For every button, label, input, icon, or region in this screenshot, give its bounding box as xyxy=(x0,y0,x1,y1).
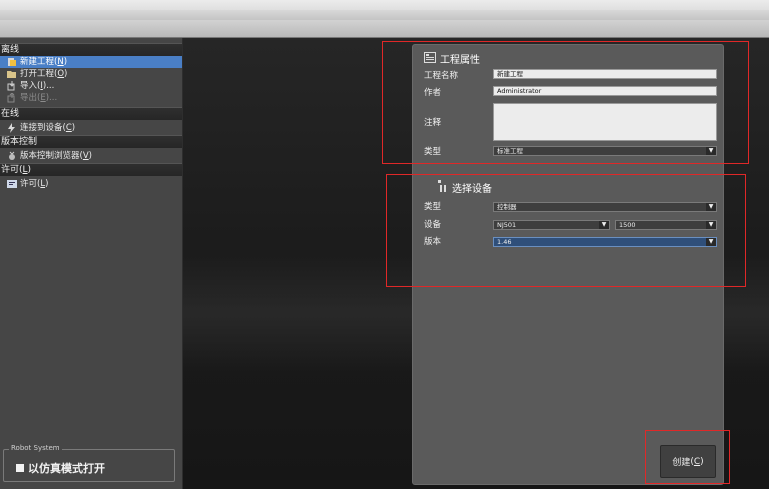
export-label: 导出(E)... xyxy=(20,93,58,103)
chevron-down-icon: ▼ xyxy=(706,147,716,155)
version-select[interactable]: 1.46 ▼ xyxy=(493,237,717,247)
comment-textarea[interactable] xyxy=(493,103,717,141)
lightning-icon xyxy=(6,122,17,133)
project-properties-title: 工程属性 xyxy=(424,51,480,66)
import-icon xyxy=(6,81,17,91)
section-header-online: 在线 xyxy=(0,107,182,120)
checkbox-icon xyxy=(16,464,24,472)
device-model-select[interactable]: 1500 ▼ xyxy=(615,220,717,230)
device-select[interactable]: NJ501 ▼ xyxy=(493,220,610,230)
device-type-label: 类型 xyxy=(424,202,442,212)
properties-icon xyxy=(424,51,436,66)
create-button[interactable]: 创建(C) xyxy=(660,445,716,478)
open-simulation-label: 以仿真模式打开 xyxy=(28,462,105,475)
chevron-down-icon: ▼ xyxy=(706,203,716,211)
section-header-offline: 离线 xyxy=(0,43,182,56)
version-control-icon xyxy=(6,151,17,161)
start-page-sidebar: 离线 新建工程(N) 打开工程(O) 导入(I)... 导出(E)... 在线 … xyxy=(0,38,183,489)
device-type-select[interactable]: 控制器 ▼ xyxy=(493,202,717,212)
version-browser-label: 版本控制浏览器(V) xyxy=(20,150,92,161)
folder-open-icon xyxy=(6,69,17,79)
sidebar-item-version-browser[interactable]: 版本控制浏览器(V) xyxy=(0,148,182,163)
new-project-label: 新建工程(N) xyxy=(20,57,68,67)
device-icon xyxy=(438,180,448,195)
chevron-down-icon: ▼ xyxy=(706,221,716,229)
window-title-bar xyxy=(0,0,769,38)
robot-system-legend: Robot System xyxy=(9,444,62,452)
device-label: 设备 xyxy=(424,220,442,230)
license-icon xyxy=(6,179,17,189)
export-icon xyxy=(6,93,17,103)
chevron-down-icon: ▼ xyxy=(599,221,609,229)
import-label: 导入(I)... xyxy=(20,81,55,91)
connect-device-label: 连接到设备(C) xyxy=(20,122,76,133)
project-name-label: 工程名称 xyxy=(424,71,459,81)
section-header-license: 许可(L) xyxy=(0,163,182,176)
project-type-label: 类型 xyxy=(424,147,442,157)
section-header-version-control: 版本控制 xyxy=(0,135,182,148)
sidebar-item-export[interactable]: 导出(E)... xyxy=(0,92,182,104)
sidebar-item-connect-device[interactable]: 连接到设备(C) xyxy=(0,120,182,135)
project-name-input[interactable]: 新建工程 xyxy=(493,69,717,79)
robot-system-group: Robot System 以仿真模式打开 xyxy=(3,444,175,482)
new-project-icon xyxy=(6,57,17,67)
select-device-title: 选择设备 xyxy=(438,180,492,195)
author-label: 作者 xyxy=(424,88,442,98)
sidebar-item-import[interactable]: 导入(I)... xyxy=(0,80,182,92)
project-type-select[interactable]: 标准工程 ▼ xyxy=(493,146,717,156)
open-simulation-option[interactable]: 以仿真模式打开 xyxy=(16,460,105,476)
version-label: 版本 xyxy=(424,237,442,247)
open-project-label: 打开工程(O) xyxy=(20,69,68,79)
chevron-down-icon: ▼ xyxy=(706,238,716,246)
comment-label: 注释 xyxy=(424,118,442,128)
sidebar-item-open-project[interactable]: 打开工程(O) xyxy=(0,68,182,80)
sidebar-item-license[interactable]: 许可(L) xyxy=(0,176,182,191)
license-label: 许可(L) xyxy=(20,178,49,189)
sidebar-item-new-project[interactable]: 新建工程(N) xyxy=(0,56,182,68)
author-input[interactable]: Administrator xyxy=(493,86,717,96)
